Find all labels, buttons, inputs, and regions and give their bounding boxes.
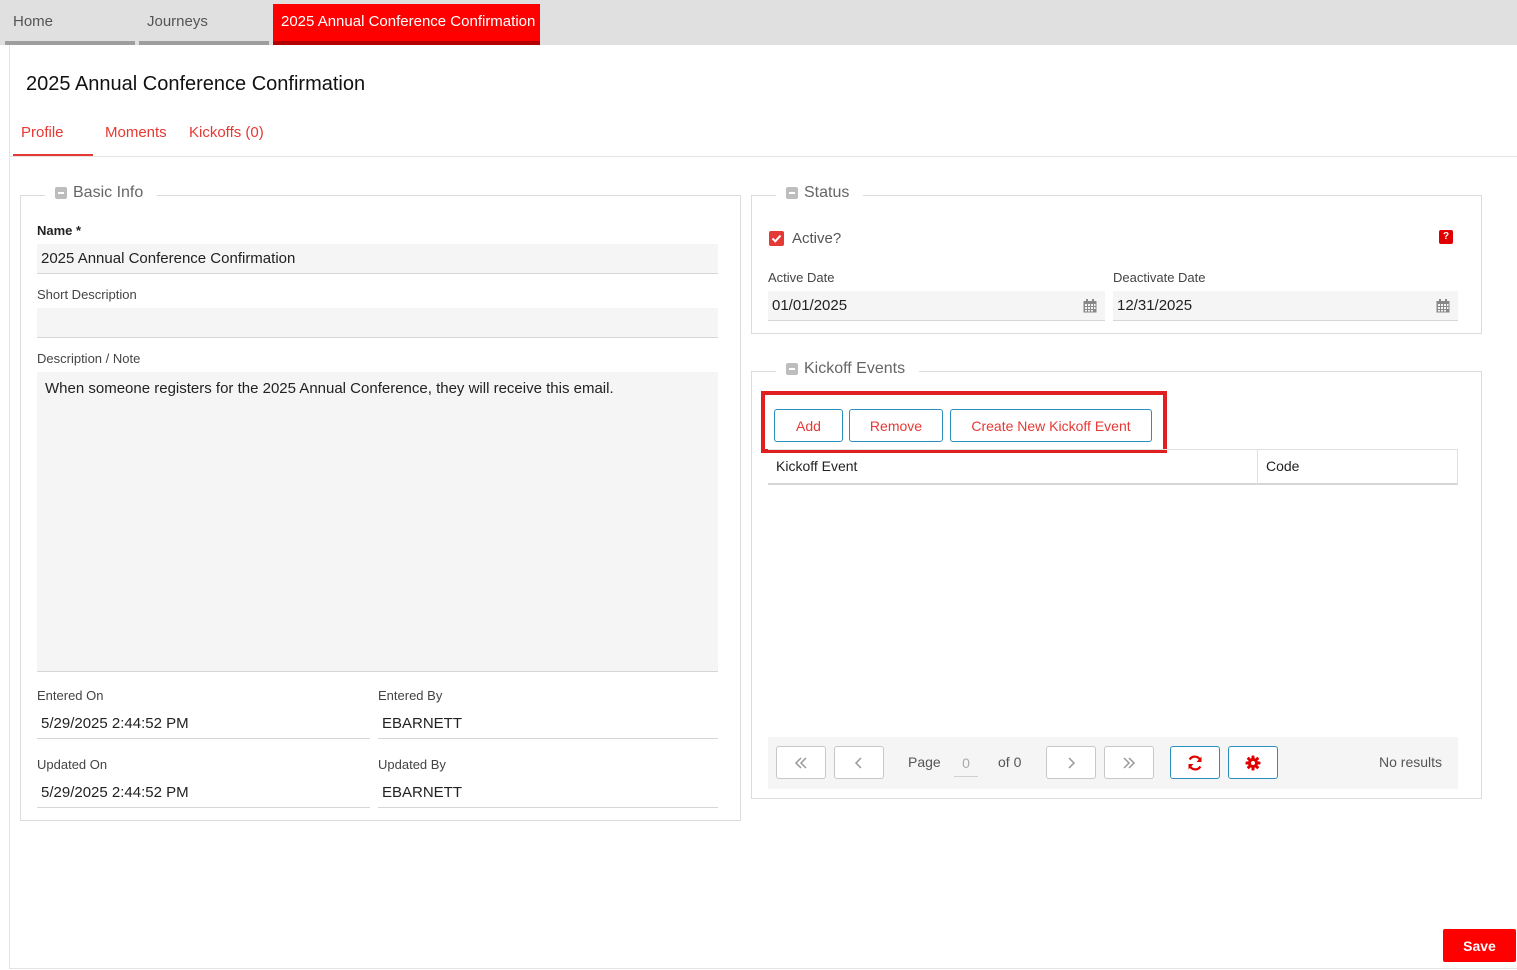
status-legend-label: Status xyxy=(804,184,850,201)
updated-by-value: EBARNETT xyxy=(378,778,718,808)
kickoff-grid-header: Kickoff Event Code xyxy=(768,449,1458,485)
help-icon[interactable]: ? xyxy=(1439,230,1453,244)
description-textarea[interactable]: When someone registers for the 2025 Annu… xyxy=(37,372,718,672)
chevron-right-icon xyxy=(1068,756,1076,769)
tab-profile-label: Profile xyxy=(21,124,64,141)
collapse-icon[interactable] xyxy=(786,187,798,199)
double-chevron-right-icon xyxy=(1123,756,1136,769)
basic-info-legend-label: Basic Info xyxy=(73,184,144,201)
tab-moments[interactable]: Moments xyxy=(105,124,167,157)
active-date-label: Active Date xyxy=(768,270,835,285)
column-header-code[interactable]: Code xyxy=(1257,450,1457,484)
page-number-input[interactable]: 0 xyxy=(954,750,978,777)
tab-moments-label: Moments xyxy=(105,124,167,141)
grid-pager: Page 0 of 0 No results xyxy=(768,737,1458,789)
basic-info-legend[interactable]: Basic Info xyxy=(45,184,158,202)
previous-page-button[interactable] xyxy=(834,746,884,779)
gear-icon xyxy=(1245,755,1261,770)
top-tab-journeys-label: Journeys xyxy=(147,13,208,30)
page-count-label: of 0 xyxy=(998,754,1022,770)
updated-on-value: 5/29/2025 2:44:52 PM xyxy=(37,778,370,808)
entered-on-label: Entered On xyxy=(37,688,104,703)
updated-on-label: Updated On xyxy=(37,757,108,772)
name-input[interactable]: 2025 Annual Conference Confirmation xyxy=(37,244,718,274)
kickoff-events-legend-label: Kickoff Events xyxy=(804,360,906,377)
last-page-button[interactable] xyxy=(1104,746,1154,779)
tab-profile[interactable]: Profile xyxy=(13,124,93,157)
entered-on-value: 5/29/2025 2:44:52 PM xyxy=(37,709,370,739)
top-tab-home-label: Home xyxy=(13,13,54,30)
active-checkbox[interactable] xyxy=(769,231,784,246)
entered-by-label: Entered By xyxy=(378,688,443,703)
top-tab-home[interactable]: Home xyxy=(5,4,135,45)
first-page-button[interactable] xyxy=(776,746,826,779)
entered-by-value: EBARNETT xyxy=(378,709,718,739)
highlight-box xyxy=(761,391,1167,453)
updated-by-label: Updated By xyxy=(378,757,446,772)
results-status: No results xyxy=(1379,754,1443,770)
column-header-kickoff-event[interactable]: Kickoff Event xyxy=(768,450,1257,484)
deactivate-date-input[interactable]: 12/31/2025 xyxy=(1113,291,1458,321)
top-tab-current-journey[interactable]: 2025 Annual Conference Confirmation xyxy=(273,4,540,45)
kickoff-events-legend[interactable]: Kickoff Events xyxy=(776,360,920,378)
refresh-icon xyxy=(1188,755,1202,770)
active-label: Active? xyxy=(792,230,842,247)
active-date-value: 01/01/2025 xyxy=(772,297,848,314)
settings-button[interactable] xyxy=(1228,746,1278,779)
active-date-input[interactable]: 01/01/2025 xyxy=(768,291,1105,321)
sub-tabs-divider xyxy=(9,156,1517,157)
status-legend[interactable]: Status xyxy=(776,184,864,202)
save-button[interactable]: Save xyxy=(1443,929,1516,962)
refresh-button[interactable] xyxy=(1170,746,1220,779)
page-title: 2025 Annual Conference Confirmation xyxy=(26,73,366,95)
top-tab-journeys[interactable]: Journeys xyxy=(139,4,269,45)
calendar-icon[interactable] xyxy=(1436,299,1450,313)
chevron-left-icon xyxy=(854,756,862,769)
top-tab-current-journey-label: 2025 Annual Conference Confirmation xyxy=(281,13,536,30)
short-description-input[interactable] xyxy=(37,308,718,338)
collapse-icon[interactable] xyxy=(786,363,798,375)
double-chevron-left-icon xyxy=(794,756,807,769)
name-label: Name * xyxy=(37,223,82,238)
collapse-icon[interactable] xyxy=(55,187,67,199)
deactivate-date-value: 12/31/2025 xyxy=(1117,297,1193,314)
tab-kickoffs-label: Kickoffs (0) xyxy=(189,124,264,141)
next-page-button[interactable] xyxy=(1046,746,1096,779)
deactivate-date-label: Deactivate Date xyxy=(1113,270,1206,285)
top-tab-bar: Home Journeys 2025 Annual Conference Con… xyxy=(0,0,1517,45)
description-label: Description / Note xyxy=(37,351,141,366)
checkmark-icon xyxy=(771,234,782,243)
tab-kickoffs[interactable]: Kickoffs (0) xyxy=(189,124,264,157)
page-label: Page xyxy=(908,754,941,770)
calendar-icon[interactable] xyxy=(1083,299,1097,313)
short-description-label: Short Description xyxy=(37,287,137,302)
